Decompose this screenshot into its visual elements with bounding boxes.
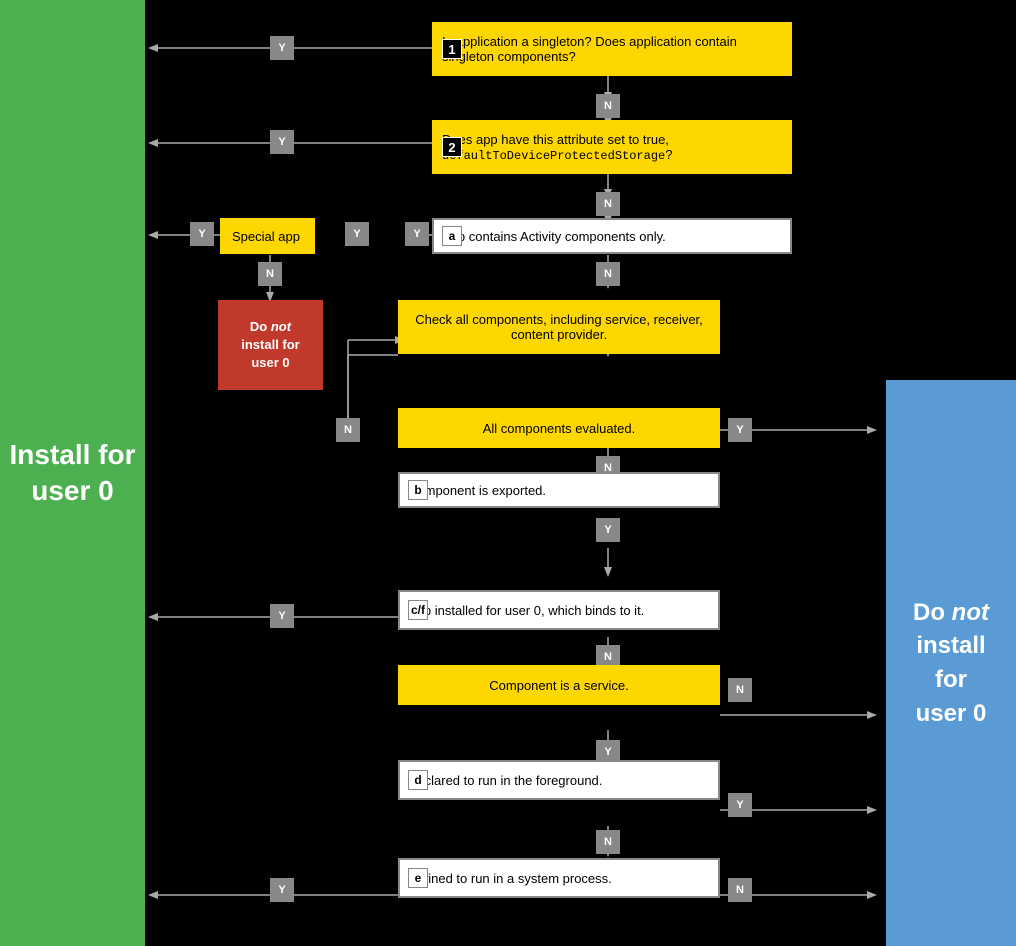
qa-y-badge: Y: [405, 222, 429, 246]
do-not-install-box: Do notinstall foruser 0: [218, 300, 323, 390]
q2-n-badge: N: [596, 192, 620, 216]
qd-y-badge: Y: [728, 793, 752, 817]
q2-text: Does app have this attribute set to true…: [442, 132, 782, 163]
q1-n-badge: N: [596, 94, 620, 118]
qb-box: b Component is exported.: [398, 472, 720, 508]
special-y-badge: Y: [345, 222, 369, 246]
check-components-box: Check all components, including service,…: [398, 300, 720, 354]
qd-n-badge: N: [596, 830, 620, 854]
right-panel: Do notinstallforuser 0: [886, 380, 1016, 946]
qe-label: e: [408, 868, 428, 888]
all-evaluated-text: All components evaluated.: [483, 421, 635, 436]
qb-label: b: [408, 480, 428, 500]
special-app-text: Special app: [232, 229, 300, 244]
qb-text: Component is exported.: [408, 483, 546, 498]
all-eval-n-badge: N: [336, 418, 360, 442]
qcf-text: App installed for user 0, which binds to…: [408, 603, 644, 618]
qa-text: App contains Activity components only.: [442, 229, 666, 244]
qcf-y-badge: Y: [270, 604, 294, 628]
qe-y-badge: Y: [270, 878, 294, 902]
qcf-label: c/f: [408, 600, 428, 620]
right-panel-text: Do notinstallforuser 0: [913, 596, 989, 730]
left-panel: Install for user 0: [0, 0, 145, 946]
all-eval-y-badge: Y: [728, 418, 752, 442]
qe-n-badge: N: [728, 878, 752, 902]
check-components-text: Check all components, including service,…: [408, 312, 710, 342]
qa-box: a App contains Activity components only.: [432, 218, 792, 254]
special-left-y-badge: Y: [190, 222, 214, 246]
left-panel-text: Install for user 0: [0, 437, 145, 510]
q1-y-badge: Y: [270, 36, 294, 60]
q1-box: 1 Is application a singleton? Does appli…: [432, 22, 792, 76]
qa-label: a: [442, 226, 462, 246]
special-n-badge: N: [258, 262, 282, 286]
qe-box: e Defined to run in a system process.: [398, 858, 720, 898]
q2-label: 2: [442, 137, 462, 157]
q2-y-badge: Y: [270, 130, 294, 154]
qd-label: d: [408, 770, 428, 790]
do-not-install-text: Do notinstall foruser 0: [241, 318, 300, 373]
qa-n-badge: N: [596, 262, 620, 286]
q1-text: Is application a singleton? Does applica…: [442, 34, 782, 64]
qe-text: Defined to run in a system process.: [408, 871, 612, 886]
is-service-box: Component is a service.: [398, 665, 720, 705]
q1-label: 1: [442, 39, 462, 59]
diagram-container: Install for user 0 Do notinstallforuser …: [0, 0, 1016, 946]
q2-box: 2 Does app have this attribute set to tr…: [432, 120, 792, 174]
all-evaluated-box: All components evaluated.: [398, 408, 720, 448]
is-service-text: Component is a service.: [489, 678, 628, 693]
qd-text: Declared to run in the foreground.: [408, 773, 602, 788]
special-app-box: Special app: [220, 218, 315, 254]
qd-box: d Declared to run in the foreground.: [398, 760, 720, 800]
qcf-box: c/f App installed for user 0, which bind…: [398, 590, 720, 630]
is-service-n-badge: N: [728, 678, 752, 702]
qb-y-badge: Y: [596, 518, 620, 542]
